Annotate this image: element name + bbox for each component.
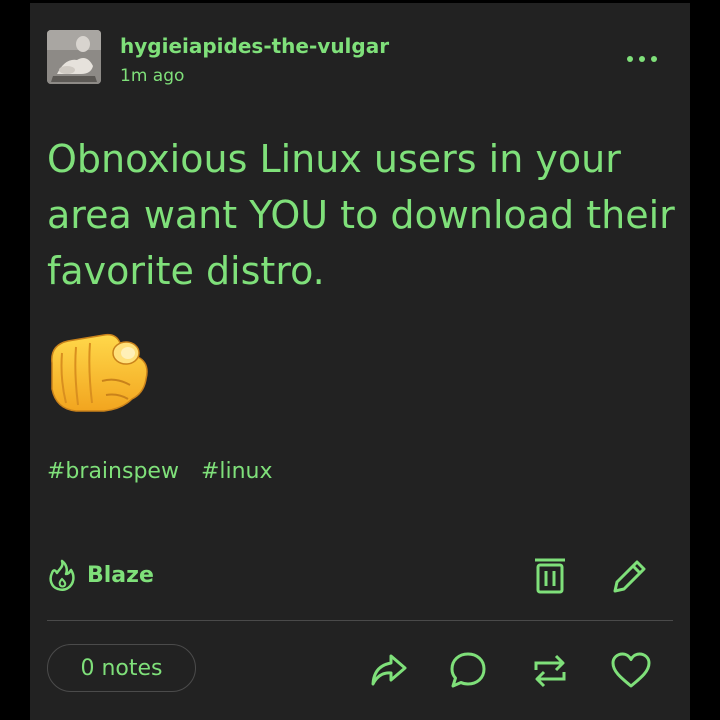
reply-icon	[450, 652, 486, 688]
tag-brainspew[interactable]: #brainspew	[47, 457, 179, 487]
edit-icon	[613, 560, 646, 593]
tag-linux[interactable]: #linux	[201, 457, 273, 487]
reblog-button[interactable]	[530, 652, 570, 694]
share-button[interactable]	[369, 652, 409, 692]
divider	[47, 620, 673, 621]
like-button[interactable]	[610, 651, 652, 693]
reblog-icon	[534, 654, 566, 688]
share-icon	[371, 654, 407, 686]
tag-list: #brainspew #linux	[47, 457, 273, 487]
pointing-at-viewer-emoji	[46, 323, 154, 419]
more-icon	[627, 56, 657, 62]
delete-icon	[535, 558, 565, 594]
more-options-button[interactable]	[622, 47, 662, 71]
blaze-button[interactable]: Blaze	[47, 559, 154, 591]
edit-button[interactable]	[611, 557, 649, 597]
avatar[interactable]	[47, 30, 101, 84]
like-icon	[611, 652, 651, 688]
blaze-icon	[49, 559, 75, 591]
notes-button[interactable]: 0 notes	[47, 644, 196, 692]
blaze-label: Blaze	[87, 562, 154, 588]
post-card: hygieiapides-the-vulgar 1m ago Obnoxious…	[30, 3, 690, 720]
notes-count: 0 notes	[80, 655, 163, 681]
timestamp: 1m ago	[120, 66, 185, 86]
username[interactable]: hygieiapides-the-vulgar	[120, 34, 389, 58]
delete-button[interactable]	[533, 556, 567, 598]
reply-button[interactable]	[448, 650, 488, 694]
avatar-image	[47, 30, 101, 84]
post-text: Obnoxious Linux users in your area want …	[47, 137, 675, 293]
